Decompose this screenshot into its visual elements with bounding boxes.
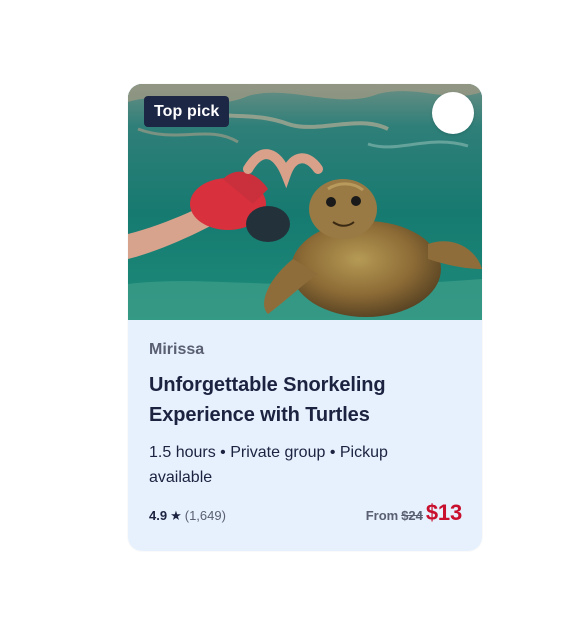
- top-pick-badge: Top pick: [144, 96, 230, 127]
- activity-image[interactable]: Top pick: [128, 84, 482, 320]
- original-price: $24: [401, 508, 423, 523]
- current-price: $13: [425, 500, 462, 525]
- rating-score: 4.9: [149, 508, 168, 523]
- rating: 4.9 ★ (1,649): [149, 508, 226, 523]
- price: From $24 $13: [365, 500, 463, 526]
- activity-title[interactable]: Unforgettable Snorkeling Experience with…: [149, 370, 449, 430]
- activity-details: 1.5 hours • Private group • Pickup avail…: [149, 444, 388, 486]
- location-label: Mirissa: [149, 341, 205, 358]
- price-from-label: From: [365, 508, 399, 523]
- favorite-button[interactable]: [432, 92, 474, 134]
- star-icon: ★: [170, 508, 182, 523]
- activity-card[interactable]: Top pick Mirissa Unforgettable Snorkelin…: [128, 84, 482, 551]
- heart-outline-icon: [432, 92, 482, 320]
- review-count: (1,649): [184, 508, 226, 523]
- card-body: Mirissa Unforgettable Snorkeling Experie…: [128, 320, 482, 551]
